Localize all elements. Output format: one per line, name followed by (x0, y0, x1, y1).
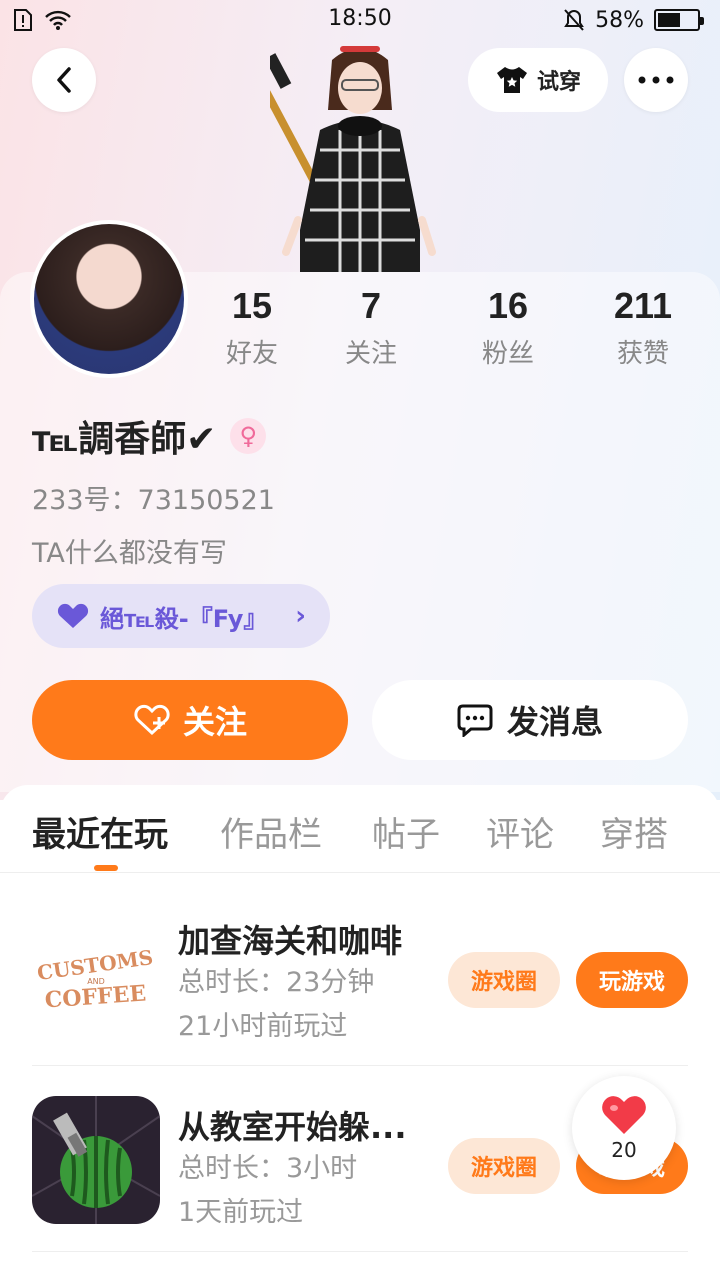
game-title: 加查海关和咖啡 (178, 922, 403, 960)
play-game-button[interactable]: 玩游戏 (576, 952, 688, 1008)
follow-label: 关注 (182, 703, 247, 741)
stat-following[interactable]: 7 关注 (316, 285, 426, 370)
female-gender-icon: ♀ (230, 418, 267, 454)
try-on-label: 试穿 (536, 70, 581, 95)
stat-value: 7 (360, 285, 382, 326)
avatar-image (34, 224, 184, 374)
user-id[interactable]: 233号：73150521 (32, 478, 275, 517)
more-button[interactable] (624, 48, 688, 112)
follow-button[interactable]: 关注 (32, 680, 348, 760)
game-duration: 总时长：23分钟 (178, 967, 375, 998)
game-duration: 总时长：3小时 (178, 1153, 358, 1184)
user-bio: TA什么都没有写 (32, 538, 227, 569)
status-time: 18:50 (328, 6, 392, 31)
guild-badge[interactable]: 絕℡殺-『Fy』 › (32, 584, 330, 648)
status-bar: 18:50 58% (0, 0, 720, 40)
username-row: ℡調香師✔ ♀ (32, 410, 267, 462)
like-count: 20 (611, 1138, 637, 1162)
chevron-left-icon (57, 67, 71, 93)
tab-works[interactable]: 作品栏 (220, 807, 322, 856)
stat-label: 粉丝 (481, 339, 534, 369)
tab-outfits[interactable]: 穿搭 (600, 807, 668, 856)
stat-friends[interactable]: 15 好友 (197, 285, 307, 370)
stat-value: 15 (231, 285, 273, 326)
game-last-played: 21小时前玩过 (178, 1011, 348, 1042)
message-label: 发消息 (506, 703, 603, 741)
battery-level (658, 13, 681, 27)
game-row[interactable]: CUSTOMS AND COFFEE 加查海关和咖啡 总时长：23分钟 21小时… (32, 880, 688, 1066)
stat-value: 211 (613, 285, 673, 326)
character-avatar-image (270, 46, 436, 272)
floating-like-button[interactable]: 20 (572, 1076, 676, 1180)
game-last-played: 1天前玩过 (178, 1197, 304, 1228)
try-on-button[interactable]: 试穿 (468, 48, 608, 112)
active-tab-indicator (94, 865, 118, 871)
tshirt-icon (496, 67, 527, 93)
tab-posts[interactable]: 帖子 (372, 807, 440, 856)
guild-name: 絕℡殺-『Fy』 (100, 604, 268, 633)
heart-plus-icon (134, 704, 170, 736)
game-icon-customs-coffee: CUSTOMS AND COFFEE (32, 910, 160, 1038)
back-button[interactable] (32, 48, 96, 112)
game-circle-button[interactable]: 游戏圈 (448, 952, 560, 1008)
stat-label: 好友 (225, 339, 278, 369)
stat-value: 16 (487, 285, 529, 326)
message-button[interactable]: 发消息 (372, 680, 688, 760)
chevron-right-icon: › (295, 601, 306, 631)
game-icon-watermelon (32, 1096, 160, 1224)
user-avatar[interactable] (30, 220, 188, 378)
battery-icon (654, 9, 704, 31)
game-title: 从教室开始躲... (178, 1108, 407, 1146)
tab-comments[interactable]: 评论 (486, 807, 554, 856)
chat-bubble-icon (457, 704, 493, 737)
stat-label: 关注 (344, 339, 397, 369)
tab-recently-played[interactable]: 最近在玩 (32, 807, 168, 856)
heart-icon (602, 1096, 646, 1134)
stat-label: 获赞 (616, 339, 669, 369)
stat-fans[interactable]: 16 粉丝 (453, 285, 563, 370)
tab-bar: 最近在玩 作品栏 帖子 评论 穿搭 (0, 785, 720, 873)
content-panel: 最近在玩 作品栏 帖子 评论 穿搭 CUSTOMS AND COFFEE 加查海… (0, 785, 720, 1280)
username: ℡調香師✔ (32, 419, 217, 460)
more-dots-icon (638, 76, 674, 84)
game-circle-button[interactable]: 游戏圈 (448, 1138, 560, 1194)
heart-icon (57, 603, 89, 628)
stat-likes[interactable]: 211 获赞 (588, 285, 698, 370)
